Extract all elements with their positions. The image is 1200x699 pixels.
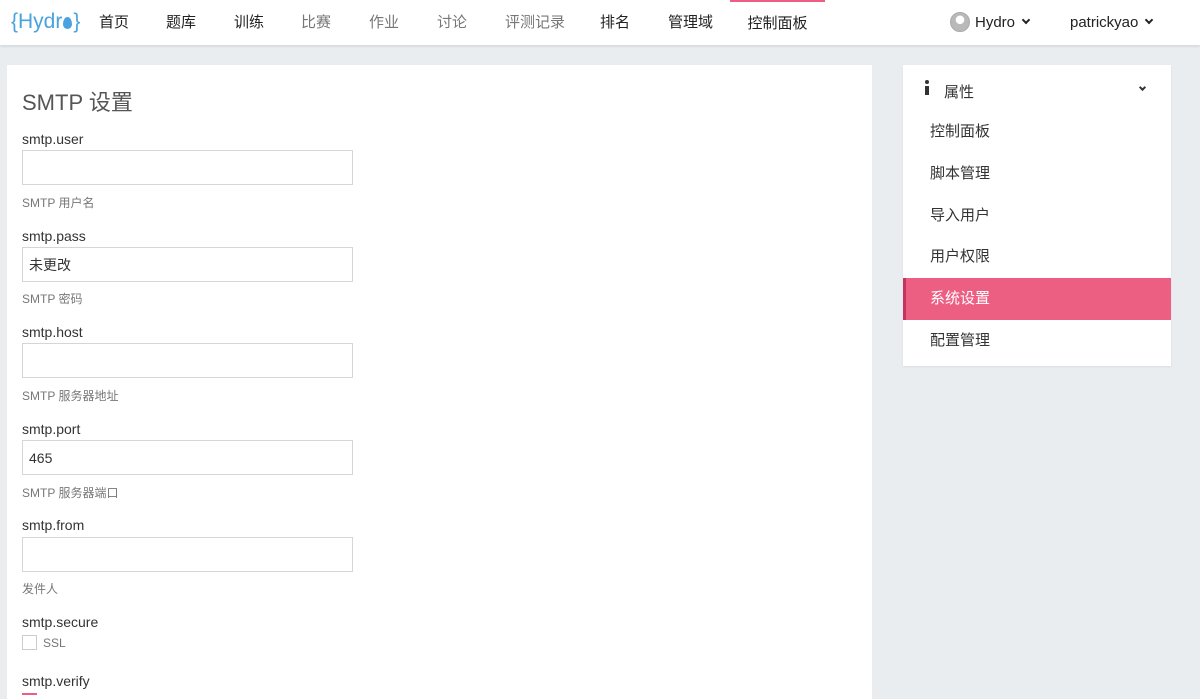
sidebar-item-import-users[interactable]: 导入用户 [903, 195, 1171, 237]
smtp-host-input[interactable] [22, 343, 353, 378]
smtp-secure-checkbox-row[interactable]: SSL [22, 635, 66, 650]
smtp-from-input[interactable] [22, 537, 353, 572]
field-label-smtp-verify: smtp.verify [22, 673, 90, 689]
field-label-smtp-secure: smtp.secure [22, 614, 99, 630]
smtp-pass-input[interactable] [22, 247, 353, 282]
smtp-verify-checkbox[interactable] [22, 693, 37, 699]
sidebar-item-config-manage[interactable]: 配置管理 [903, 320, 1171, 362]
user-menu-label: patrickyao [1070, 14, 1139, 31]
logo-text-left: {Hydr [11, 10, 63, 33]
sidebar-menu: 属性 控制面板 脚本管理 导入用户 用户权限 系统设置 配置管理 [903, 65, 1171, 366]
sidebar-item-system-settings[interactable]: 系统设置 [903, 278, 1171, 320]
info-icon [924, 80, 930, 96]
field-label-smtp-host: smtp.host [22, 324, 83, 340]
smtp-secure-option-label: SSL [43, 636, 66, 650]
field-label-smtp-port: smtp.port [22, 421, 81, 437]
help-text-smtp-from: 发件人 [22, 582, 59, 596]
nav-item-contests[interactable]: 比赛 [301, 0, 331, 45]
nav-item-home[interactable]: 首页 [99, 0, 129, 45]
sidebar-item-user-permissions[interactable]: 用户权限 [903, 236, 1171, 278]
help-text-smtp-pass: SMTP 密码 [22, 292, 83, 306]
smtp-port-input[interactable] [22, 440, 353, 475]
nav-item-ranking[interactable]: 排名 [600, 0, 630, 45]
sidebar-header-label: 属性 [944, 84, 975, 101]
field-label-smtp-user: smtp.user [22, 131, 84, 147]
logo-text-right: } [73, 10, 81, 33]
field-label-smtp-from: smtp.from [22, 517, 85, 533]
chevron-down-icon [1138, 83, 1147, 92]
nav-item-training[interactable]: 训练 [234, 0, 264, 45]
help-text-smtp-user: SMTP 用户名 [22, 196, 95, 210]
sidebar-header[interactable]: 属性 [903, 65, 1171, 115]
hydro-logo[interactable]: {Hydr} [11, 9, 80, 35]
sidebar-item-control-panel[interactable]: 控制面板 [903, 111, 1171, 153]
nav-item-control-panel[interactable]: 控制面板 [730, 0, 825, 45]
avatar [950, 12, 970, 32]
smtp-secure-checkbox[interactable] [22, 635, 37, 650]
top-navbar: {Hydr} 首页 题库 训练 比赛 作业 讨论 评测记录 排名 管理域 控制面… [0, 0, 1200, 45]
smtp-settings-card: SMTP 设置 smtp.user SMTP 用户名 smtp.pass SMT… [7, 65, 872, 699]
water-drop-icon [63, 17, 73, 29]
user-menu[interactable]: patrickyao [1070, 0, 1154, 45]
chevron-down-icon [1021, 15, 1031, 25]
smtp-user-input[interactable] [22, 150, 353, 185]
nav-item-problems[interactable]: 题库 [166, 0, 196, 45]
nav-item-homework[interactable]: 作业 [369, 0, 399, 45]
domain-menu-label: Hydro [975, 14, 1016, 31]
sidebar-item-scripts[interactable]: 脚本管理 [903, 153, 1171, 195]
chevron-down-icon [1145, 15, 1154, 25]
domain-menu[interactable]: Hydro [950, 0, 1031, 45]
page-title: SMTP 设置 [22, 90, 133, 115]
field-label-smtp-pass: smtp.pass [22, 228, 86, 244]
nav-item-records[interactable]: 评测记录 [505, 0, 565, 45]
help-text-smtp-host: SMTP 服务器地址 [22, 389, 119, 403]
nav-item-discussion[interactable]: 讨论 [437, 0, 467, 45]
help-text-smtp-port: SMTP 服务器端口 [22, 486, 119, 500]
nav-item-domain-manage[interactable]: 管理域 [668, 0, 713, 45]
